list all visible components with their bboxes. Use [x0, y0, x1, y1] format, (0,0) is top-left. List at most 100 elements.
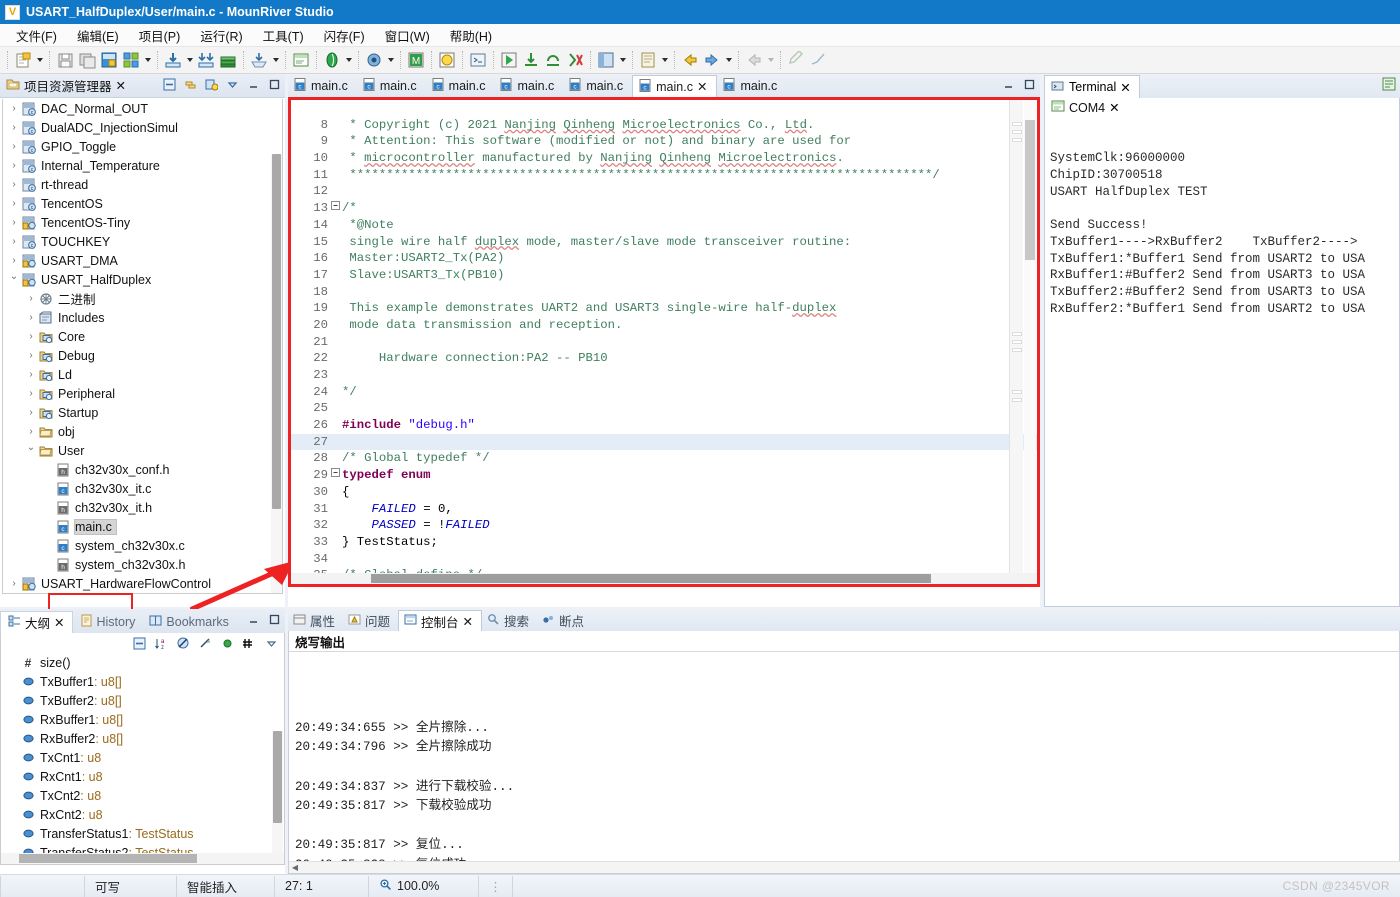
tree-item-usart-halfduplex[interactable]: USART_HalfDuplex: [3, 270, 282, 289]
tree-item-usart-dma[interactable]: USART_DMA: [3, 251, 282, 270]
outline-item[interactable]: TxCnt2 : u8: [1, 786, 284, 805]
menu-file[interactable]: 文件(F): [6, 24, 67, 47]
outline-list[interactable]: # size() TxBuffer1 : u8[] TxBuffer2 : u8[] R…: [0, 653, 285, 865]
code-line[interactable]: 12: [291, 183, 1037, 200]
minimize-icon[interactable]: [1001, 77, 1015, 91]
build-dropdown-icon[interactable]: [142, 50, 153, 70]
outline-item[interactable]: TxCnt1 : u8: [1, 748, 284, 767]
code-line[interactable]: 28 /* Global typedef */: [291, 450, 1037, 467]
code-line[interactable]: 30 {: [291, 484, 1037, 501]
terminal-close-icon[interactable]: ✕: [1120, 80, 1130, 95]
pin-editor-icon[interactable]: [808, 50, 828, 70]
tree-item-ch32v30x-conf-h[interactable]: h ch32v30x_conf.h: [3, 460, 282, 479]
sort-az-icon[interactable]: az: [154, 636, 168, 650]
code-line[interactable]: 29 typedef enum: [291, 467, 1037, 484]
tab-problems[interactable]: 问题: [343, 610, 398, 631]
code-line[interactable]: 20 mode data transmission and reception.: [291, 317, 1037, 334]
chevron-right-icon[interactable]: [24, 369, 38, 380]
chevron-right-icon[interactable]: [24, 293, 38, 304]
save-icon[interactable]: [55, 50, 75, 70]
menu-help[interactable]: 帮助(H): [440, 24, 502, 47]
outline-hscroll-thumb[interactable]: [19, 854, 197, 863]
console-hscrollbar[interactable]: ◀: [289, 861, 1400, 873]
tree-item-dac-normal-out[interactable]: cDAC_Normal_OUT: [3, 99, 282, 118]
chevron-right-icon[interactable]: [24, 426, 38, 437]
view-filter-icon[interactable]: [204, 77, 218, 91]
new-file-icon[interactable]: [13, 50, 33, 70]
maximize-icon[interactable]: [267, 612, 281, 626]
step-into-icon[interactable]: [521, 50, 541, 70]
forward-history-icon[interactable]: [744, 50, 764, 70]
editor-hscroll-thumb[interactable]: [371, 574, 931, 583]
save-all-icon[interactable]: [77, 50, 97, 70]
chevron-right-icon[interactable]: [7, 103, 21, 114]
view-menu-icon[interactable]: [225, 77, 239, 91]
code-editor[interactable]: 8 * Copyright (c) 2021 Nanjing Qinheng M…: [288, 97, 1040, 587]
fold-collapse-icon[interactable]: [331, 467, 340, 484]
tree-item-dualadc-injectionsimul[interactable]: cDualADC_InjectionSimul: [3, 118, 282, 137]
outline-item[interactable]: RxBuffer2 : u8[]: [1, 729, 284, 748]
tree-item-[interactable]: 二进制: [3, 289, 282, 308]
terminal-settings-icon[interactable]: [1382, 77, 1396, 91]
chevron-right-icon[interactable]: [24, 350, 38, 361]
project-tree-scroll-thumb[interactable]: [272, 154, 281, 509]
run-icon[interactable]: [322, 50, 342, 70]
build-project-icon[interactable]: [99, 50, 119, 70]
hide-nonpublic-icon[interactable]: [220, 636, 234, 650]
chevron-right-icon[interactable]: [7, 141, 21, 152]
menu-tools[interactable]: 工具(T): [253, 24, 314, 47]
hide-static-icon[interactable]: s: [198, 636, 212, 650]
code-line[interactable]: 25: [291, 400, 1037, 417]
editor-tab-main-c-4[interactable]: c main.c: [563, 75, 632, 97]
menu-run[interactable]: 运行(R): [190, 24, 252, 47]
editor-tab-close-icon[interactable]: ✕: [697, 79, 707, 94]
terminate-icon[interactable]: [565, 50, 585, 70]
chevron-down-icon[interactable]: [7, 274, 21, 285]
project-tree-scrollbar[interactable]: [271, 154, 282, 593]
run-dropdown-icon[interactable]: [343, 50, 354, 70]
library-icon[interactable]: [218, 50, 238, 70]
editor-overview-ruler[interactable]: [1009, 100, 1023, 584]
status-drag-handle[interactable]: ⋮: [479, 875, 513, 897]
code-line[interactable]: 14 *@Note: [291, 217, 1037, 234]
code-line[interactable]: 24 */: [291, 384, 1037, 401]
editor-tab-main-c-1[interactable]: c main.c: [357, 75, 426, 97]
tree-item-tencentos[interactable]: cTencentOS: [3, 194, 282, 213]
collapse-all-icon[interactable]: [162, 77, 176, 91]
open-resource-icon[interactable]: [638, 50, 658, 70]
tree-item-system-ch32v30x-h[interactable]: h system_ch32v30x.h: [3, 555, 282, 574]
link-with-editor-icon[interactable]: [183, 77, 197, 91]
perspective-dropdown-icon[interactable]: [617, 50, 628, 70]
tree-item-gpio-toggle[interactable]: cGPIO_Toggle: [3, 137, 282, 156]
tree-item-peripheral[interactable]: Peripheral: [3, 384, 282, 403]
code-line[interactable]: 32 PASSED = !FAILED: [291, 517, 1037, 534]
editor-tab-main-c-5[interactable]: c main.c ✕: [632, 75, 718, 97]
tree-item-tencentos-tiny[interactable]: TencentOS-Tiny: [3, 213, 282, 232]
editor-tab-main-c-2[interactable]: c main.c: [426, 75, 495, 97]
terminal-body[interactable]: COM4 ✕ SystemClk:96000000 ChipID:30700518…: [1044, 98, 1400, 607]
editor-tab-main-c-6[interactable]: c main.c: [717, 75, 786, 97]
terminal-subtab-close-icon[interactable]: ✕: [1109, 100, 1119, 115]
menu-edit[interactable]: 编辑(E): [67, 24, 129, 47]
chevron-right-icon[interactable]: [7, 198, 21, 209]
editor-vertical-scrollbar[interactable]: [1024, 100, 1036, 584]
code-line[interactable]: 17 Slave:USART3_Tx(PB10): [291, 267, 1037, 284]
tree-item-touchkey[interactable]: cTOUCHKEY: [3, 232, 282, 251]
new-file-dropdown-icon[interactable]: [34, 50, 45, 70]
open-resource-dropdown-icon[interactable]: [659, 50, 670, 70]
flash-write-icon[interactable]: M: [406, 50, 426, 70]
project-explorer-tab[interactable]: 项目资源管理器 ✕: [0, 76, 126, 95]
outline-item[interactable]: TxBuffer1 : u8[]: [1, 672, 284, 691]
hide-local-types-icon[interactable]: [242, 636, 256, 650]
menu-flash[interactable]: 闪存(F): [314, 24, 375, 47]
chevron-right-icon[interactable]: [7, 122, 21, 133]
chevron-right-icon[interactable]: [7, 255, 21, 266]
code-line[interactable]: 8 * Copyright (c) 2021 Nanjing Qinheng M…: [291, 117, 1037, 134]
code-line[interactable]: 26 #include "debug.h": [291, 417, 1037, 434]
forward-history-dropdown-icon[interactable]: [765, 50, 776, 70]
tree-item-ch32v30x-it-c[interactable]: c ch32v30x_it.c: [3, 479, 282, 498]
chevron-right-icon[interactable]: [7, 578, 21, 589]
outline-scrollbar[interactable]: [272, 731, 283, 861]
code-line[interactable]: 27: [291, 433, 1037, 451]
build-all-icon[interactable]: [121, 50, 141, 70]
